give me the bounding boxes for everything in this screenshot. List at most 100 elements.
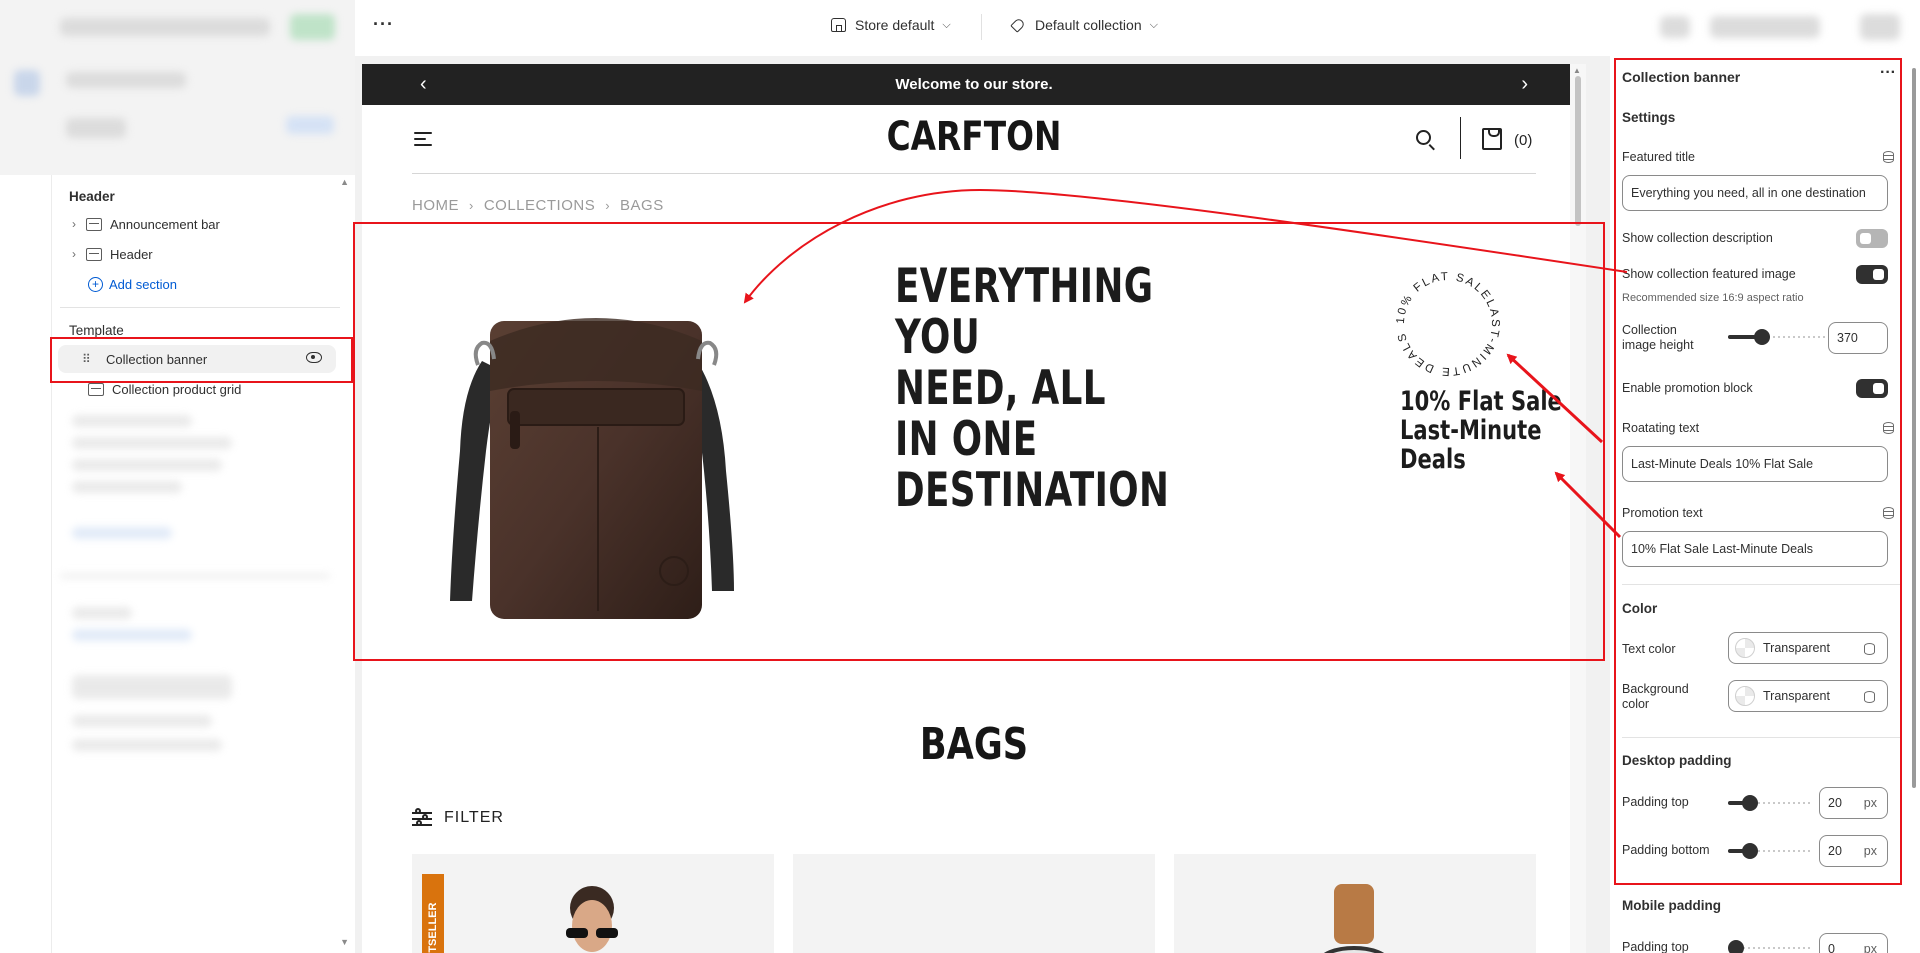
tree-scroll-down-icon[interactable]: ▼	[340, 937, 349, 947]
product-card[interactable]	[1174, 854, 1536, 953]
promotion-text-input[interactable]: 10% Flat Sale Last-Minute Deals	[1622, 531, 1888, 567]
cart-icon[interactable]	[1482, 128, 1502, 150]
breadcrumb-collections[interactable]: COLLECTIONS	[484, 197, 595, 214]
rotating-text-input[interactable]: Last-Minute Deals 10% Flat Sale	[1622, 446, 1888, 482]
banner-featured-title: EVERYTHING YOU NEED, ALL IN ONE DESTINAT…	[895, 259, 1170, 518]
blurred-topbar-actions	[1620, 0, 1920, 56]
mobile-padding-heading: Mobile padding	[1622, 898, 1721, 913]
chevron-right-icon[interactable]: ›	[62, 247, 86, 261]
left-icon-rail	[0, 175, 52, 953]
store-preview[interactable]: ‹ Welcome to our store. › CARFTON (0) HO…	[362, 64, 1586, 953]
show-description-toggle[interactable]	[1856, 229, 1888, 248]
mobile-padding-top-slider[interactable]	[1728, 938, 1810, 953]
padding-top-input[interactable]: 20 px	[1819, 787, 1888, 819]
more-options-button[interactable]: ···	[373, 14, 394, 35]
editor-topbar: ··· Store default ⌵ Default collection ⌵	[355, 0, 1920, 56]
chevron-down-icon: ⌵	[942, 18, 951, 31]
rotating-text-badge: 10% FLAT SALELAST-MINUTE DEALS	[1395, 271, 1501, 377]
more-options-button[interactable]: ···	[1880, 64, 1896, 82]
database-icon[interactable]	[1864, 643, 1875, 655]
section-icon	[86, 247, 102, 261]
breadcrumb-home[interactable]: HOME	[412, 197, 459, 214]
product-image	[566, 886, 618, 952]
drag-handle-icon[interactable]: ⠿	[82, 352, 106, 366]
chevron-down-icon: ⌵	[1149, 18, 1158, 31]
breadcrumb: HOME › COLLECTIONS › BAGS	[412, 197, 664, 214]
text-color-picker[interactable]: Transparent	[1728, 632, 1888, 664]
bestseller-badge: STSELLER	[422, 874, 444, 953]
database-icon[interactable]	[1883, 151, 1894, 163]
divider	[1622, 584, 1900, 585]
svg-text:10% FLAT SALELAST-MINUTE DEALS: 10% FLAT SALELAST-MINUTE DEALS	[1395, 271, 1501, 377]
enable-promo-label: Enable promotion block	[1622, 381, 1753, 395]
menu-icon[interactable]	[414, 132, 432, 148]
store-logo[interactable]: CARFTON	[472, 114, 1476, 160]
tree-item-label: Header	[110, 246, 153, 262]
add-section-label: Add section	[109, 276, 177, 292]
featured-title-label: Featured title	[1622, 150, 1695, 164]
show-image-label: Show collection featured image	[1622, 267, 1796, 281]
eye-icon[interactable]	[306, 352, 322, 363]
tree-item-collection-banner[interactable]: ⠿ Collection banner	[58, 345, 336, 373]
filter-button[interactable]: FILTER	[412, 808, 504, 827]
featured-title-input[interactable]: Everything you need, all in one destinat…	[1622, 175, 1888, 211]
panel-title: Collection banner	[1622, 69, 1741, 85]
divider	[981, 14, 982, 40]
collection-heading: BAGS	[919, 719, 1029, 770]
blurred-sidebar-header	[0, 0, 355, 175]
padding-bottom-input[interactable]: 20 px	[1819, 835, 1888, 867]
tree-item-collection-product-grid[interactable]: Collection product grid	[52, 375, 342, 403]
search-icon[interactable]	[1416, 130, 1431, 145]
template-selector[interactable]: Default collection ⌵	[1010, 17, 1158, 33]
product-card[interactable]	[793, 854, 1155, 953]
recommended-size-help: Recommended size 16:9 aspect ratio	[1622, 292, 1804, 304]
section-tree: ▲ Header › Announcement bar › Header + A…	[52, 175, 355, 953]
chevron-right-icon[interactable]: ›	[62, 217, 86, 231]
promotion-text-label: Promotion text	[1622, 506, 1703, 520]
section-icon	[88, 382, 104, 396]
show-image-toggle[interactable]	[1856, 265, 1888, 284]
divider	[1622, 737, 1900, 738]
divider	[1460, 117, 1461, 159]
announcement-bar: ‹ Welcome to our store. ›	[362, 64, 1586, 105]
mobile-padding-top-input[interactable]: 0 px	[1819, 933, 1888, 953]
desktop-padding-heading: Desktop padding	[1622, 753, 1732, 768]
settings-scrollbar[interactable]	[1906, 56, 1920, 953]
padding-top-label: Padding top	[1622, 795, 1689, 809]
chevron-right-icon[interactable]: ›	[1521, 73, 1528, 96]
cart-count[interactable]: (0)	[1514, 132, 1532, 149]
add-section-button[interactable]: + Add section	[52, 270, 342, 298]
tree-item-label: Announcement bar	[110, 216, 220, 232]
padding-top-slider[interactable]	[1728, 793, 1810, 813]
theme-selector[interactable]: Store default ⌵	[831, 17, 951, 33]
bg-color-label: Background color	[1622, 682, 1689, 711]
chevron-right-icon: ›	[469, 198, 474, 213]
database-icon[interactable]	[1883, 422, 1894, 434]
database-icon[interactable]	[1883, 507, 1894, 519]
preview-scrollbar[interactable]: ▲	[1570, 64, 1586, 953]
tree-item-label: Collection banner	[106, 351, 208, 367]
announcement-text: Welcome to our store.	[895, 76, 1053, 93]
plus-circle-icon: +	[88, 276, 103, 292]
collection-featured-image	[450, 318, 734, 619]
database-icon[interactable]	[1864, 691, 1875, 703]
template-selector-label: Default collection	[1035, 17, 1142, 33]
image-height-slider[interactable]	[1728, 327, 1828, 347]
tree-item-announcement-bar[interactable]: › Announcement bar	[52, 210, 342, 238]
padding-bottom-slider[interactable]	[1728, 841, 1810, 861]
tree-item-label: Collection product grid	[112, 381, 242, 397]
product-card[interactable]: STSELLER	[412, 854, 774, 953]
image-height-input[interactable]: 370	[1828, 322, 1888, 354]
tree-item-header[interactable]: › Header	[52, 240, 342, 268]
tree-scroll-up-icon[interactable]: ▲	[340, 177, 349, 187]
banner-promotion-text: 10% Flat Sale Last-Minute Deals	[1400, 386, 1562, 475]
tag-icon	[1010, 17, 1026, 33]
transparent-swatch	[1735, 686, 1755, 706]
enable-promo-toggle[interactable]	[1856, 379, 1888, 398]
padding-bottom-label: Padding bottom	[1622, 843, 1710, 857]
section-settings-panel: Collection banner ··· Settings Featured …	[1610, 56, 1920, 953]
bg-color-picker[interactable]: Transparent	[1728, 680, 1888, 712]
text-color-value: Transparent	[1763, 641, 1830, 655]
mobile-padding-top-label: Padding top	[1622, 940, 1689, 953]
left-sidebar: ▲ Header › Announcement bar › Header + A…	[0, 0, 355, 953]
